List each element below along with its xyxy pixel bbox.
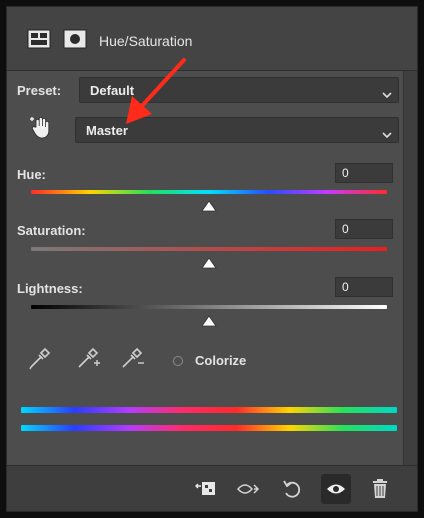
layer-mask-icon[interactable]: [63, 29, 87, 54]
view-previous-state-icon[interactable]: [235, 476, 261, 502]
targeted-adjustment-hand-icon[interactable]: [29, 115, 55, 146]
eyedropper-plus-icon[interactable]: [75, 347, 101, 376]
hue-value-field[interactable]: 0: [335, 163, 393, 183]
chevron-down-icon: [382, 126, 392, 144]
input-color-bar: [21, 407, 397, 413]
hue-slider-track[interactable]: [31, 190, 387, 194]
lightness-slider-track[interactable]: [31, 305, 387, 309]
properties-panel: Hue/Saturation Preset: Default Master Hu…: [6, 6, 418, 512]
panel-scrollbar[interactable]: [403, 71, 417, 467]
panel-title: Hue/Saturation: [99, 33, 193, 49]
panel-footer: [7, 465, 417, 511]
preset-label: Preset:: [17, 83, 62, 98]
colorize-label: Colorize: [195, 353, 247, 368]
reset-icon[interactable]: [279, 476, 305, 502]
panel-header: Hue/Saturation: [7, 7, 417, 71]
saturation-slider-track[interactable]: [31, 247, 387, 251]
output-color-bar: [21, 425, 397, 431]
lightness-slider-thumb[interactable]: [201, 314, 217, 327]
eyedropper-icon[interactable]: [27, 347, 51, 376]
hue-slider-thumb[interactable]: [201, 199, 217, 212]
eyedropper-minus-icon[interactable]: [119, 347, 145, 376]
saturation-slider-thumb[interactable]: [201, 256, 217, 269]
annotation-arrow: [118, 56, 190, 137]
saturation-label: Saturation:: [17, 223, 86, 238]
clip-to-layer-icon[interactable]: [193, 476, 219, 502]
trash-icon[interactable]: [367, 476, 393, 502]
chevron-down-icon: [382, 86, 392, 104]
colorize-checkbox[interactable]: [173, 356, 183, 366]
saturation-value-field[interactable]: 0: [335, 219, 393, 239]
lightness-value-field[interactable]: 0: [335, 277, 393, 297]
hue-label: Hue:: [17, 167, 46, 182]
adjustment-layer-icon[interactable]: [27, 29, 51, 54]
lightness-label: Lightness:: [17, 281, 83, 296]
visibility-eye-icon[interactable]: [321, 474, 351, 504]
